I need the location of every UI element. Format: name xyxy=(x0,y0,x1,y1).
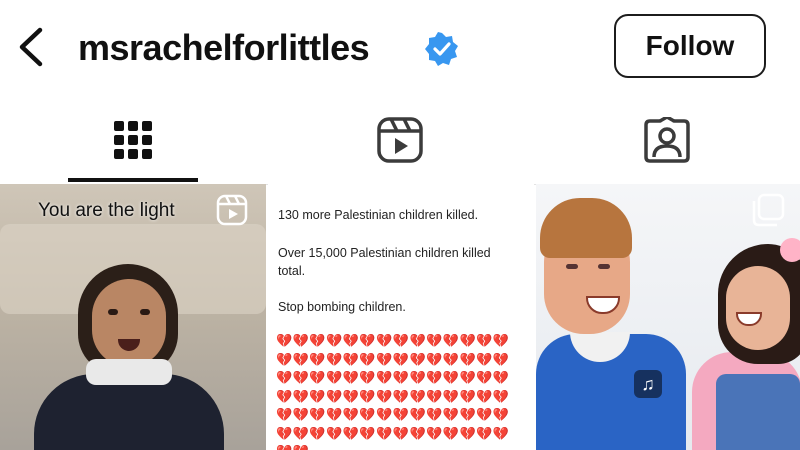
reels-icon xyxy=(377,117,423,163)
tab-tagged[interactable] xyxy=(534,96,800,184)
post-text-children-killed[interactable]: 130 more Palestinian children killed. Ov… xyxy=(268,184,534,450)
tab-reels[interactable] xyxy=(267,96,533,184)
active-tab-indicator xyxy=(68,178,198,182)
post-text-line: Over 15,000 Palestinian children killed xyxy=(278,246,491,260)
hair-bow xyxy=(780,238,800,262)
post-carousel-photo[interactable]: ♫ xyxy=(536,184,800,450)
chevron-left-icon xyxy=(19,27,43,67)
girl-eye xyxy=(108,309,118,315)
post-caption: You are the light xyxy=(38,200,175,221)
profile-header: msrachelforlittles Follow xyxy=(0,0,800,96)
man-eye xyxy=(598,264,610,269)
posts-grid: You are the light 130 more Palestinian c… xyxy=(0,184,800,450)
woman-overalls xyxy=(716,374,800,450)
follow-button[interactable]: Follow xyxy=(614,14,766,78)
man-hair xyxy=(540,198,632,258)
girl-sweater xyxy=(34,374,224,450)
post-reel-you-are-the-light[interactable]: You are the light xyxy=(0,184,266,450)
girl-collar xyxy=(86,359,172,385)
tagged-person-icon xyxy=(644,117,690,163)
back-button[interactable] xyxy=(14,24,48,70)
post-text-line: 130 more Palestinian children killed. xyxy=(278,208,479,222)
post-text-line: total. xyxy=(278,264,306,278)
profile-tabs xyxy=(0,96,800,185)
music-note-icon: ♫ xyxy=(634,370,662,398)
grid-icon xyxy=(114,121,152,159)
multiple-posts-icon xyxy=(752,193,785,227)
man-eye xyxy=(566,264,578,269)
profile-username: msrachelforlittles xyxy=(78,27,370,68)
girl-face xyxy=(92,279,166,367)
post-text-line: Stop bombing children. xyxy=(278,300,406,314)
broken-hearts-emoji-grid: 💔💔💔💔💔💔💔💔💔💔💔💔💔💔💔💔💔💔💔💔💔💔💔💔💔💔💔💔💔💔💔💔💔💔💔💔💔💔💔💔… xyxy=(276,333,510,450)
verified-badge-icon xyxy=(425,32,458,66)
girl-eye xyxy=(140,309,150,315)
reel-icon xyxy=(216,194,248,226)
woman-face xyxy=(726,266,790,350)
tab-grid[interactable] xyxy=(0,96,266,184)
